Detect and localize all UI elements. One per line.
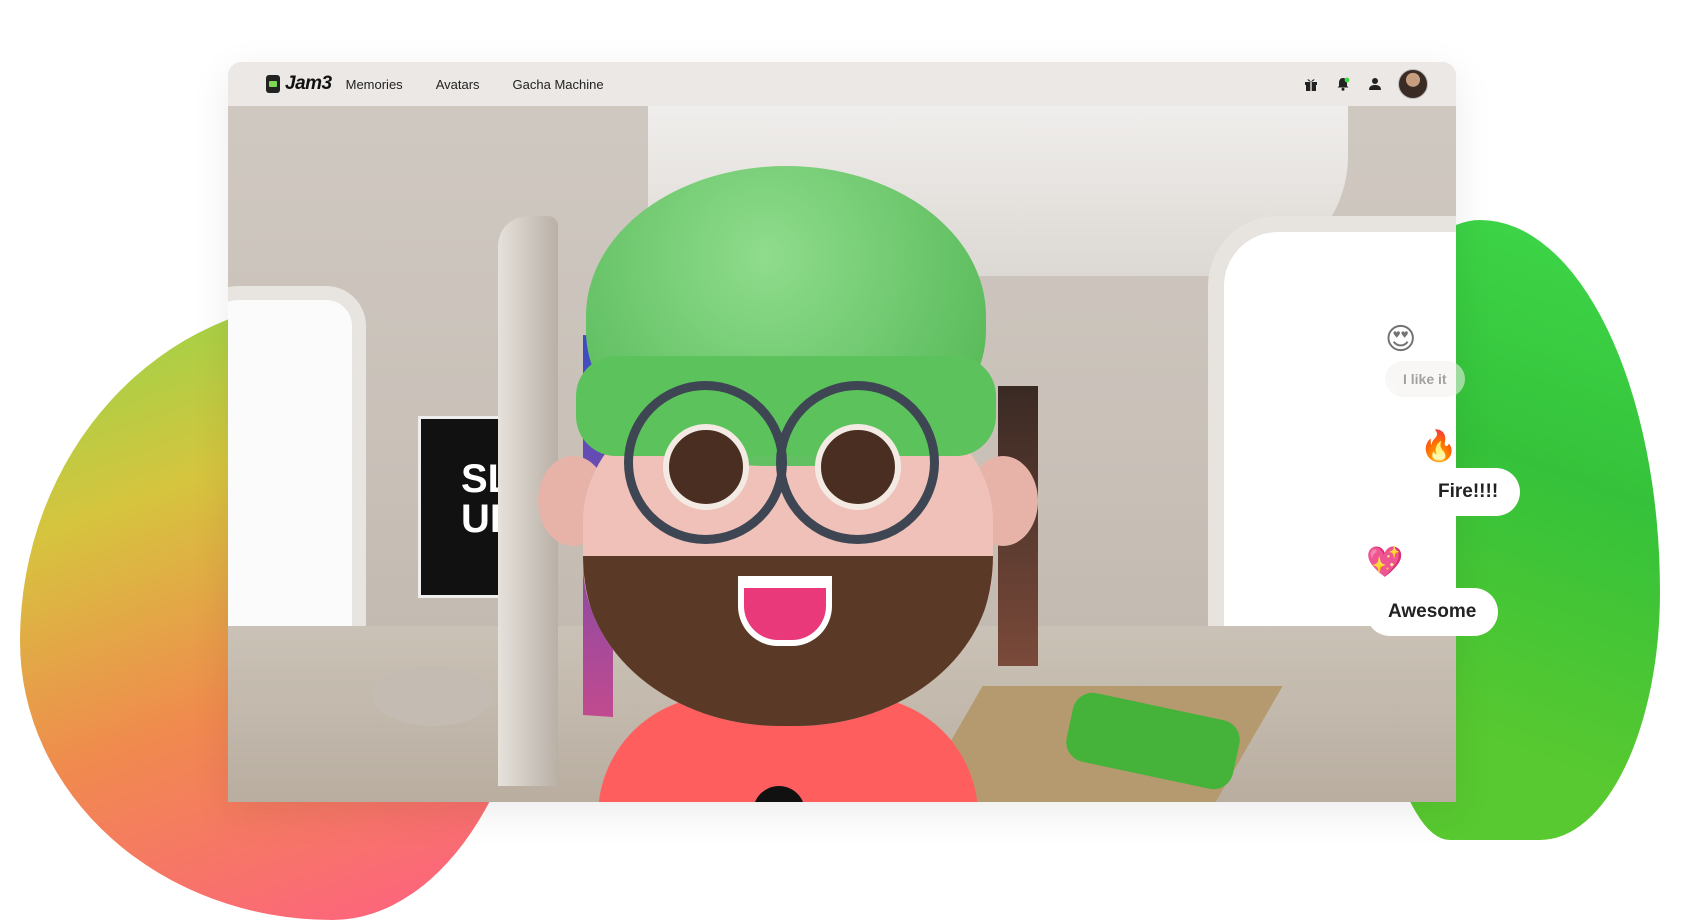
reaction-bubble: I like it — [1385, 361, 1465, 397]
logo[interactable]: Jam3 — [266, 73, 332, 95]
room-scene: SL UKI ✖✖ — [228, 106, 1456, 802]
reaction-fire: 🔥 Fire!!!! — [1416, 430, 1521, 516]
glasses-right-lens — [776, 381, 939, 544]
avatar-character: ✖✖ — [538, 166, 1038, 802]
reaction-i-like-it: 😍 I like it — [1385, 325, 1465, 397]
left-eye — [663, 424, 749, 510]
reaction-bubble: Fire!!!! — [1416, 468, 1521, 516]
heart-eyes-emoji-icon: 😍 — [1385, 323, 1417, 356]
nav-item-gacha-machine[interactable]: Gacha Machine — [513, 77, 604, 92]
glasses-left-lens — [624, 381, 787, 544]
sparkling-heart-emoji-icon: 💖 — [1366, 546, 1404, 579]
user-icon[interactable] — [1366, 75, 1384, 93]
window-left — [228, 286, 366, 674]
fire-emoji-icon: 🔥 — [1420, 430, 1458, 463]
stool — [373, 666, 493, 726]
app-window: Jam3 Memories Avatars Gacha Machine SL U… — [228, 62, 1456, 802]
header-icons — [1302, 69, 1428, 99]
reaction-awesome: 💖 Awesome — [1366, 546, 1499, 636]
reaction-bubble: Awesome — [1366, 588, 1499, 636]
main-nav: Memories Avatars Gacha Machine — [346, 77, 604, 92]
mouth — [738, 576, 832, 646]
logo-text: Jam3 — [285, 73, 332, 94]
nav-item-memories[interactable]: Memories — [346, 77, 403, 92]
avatar[interactable] — [1398, 69, 1428, 99]
gift-icon[interactable] — [1302, 75, 1320, 93]
logo-icon — [266, 75, 280, 93]
nav-item-avatars[interactable]: Avatars — [436, 77, 480, 92]
bell-icon[interactable] — [1334, 75, 1352, 93]
top-navigation-bar: Jam3 Memories Avatars Gacha Machine — [228, 62, 1456, 106]
right-eye — [815, 424, 901, 510]
